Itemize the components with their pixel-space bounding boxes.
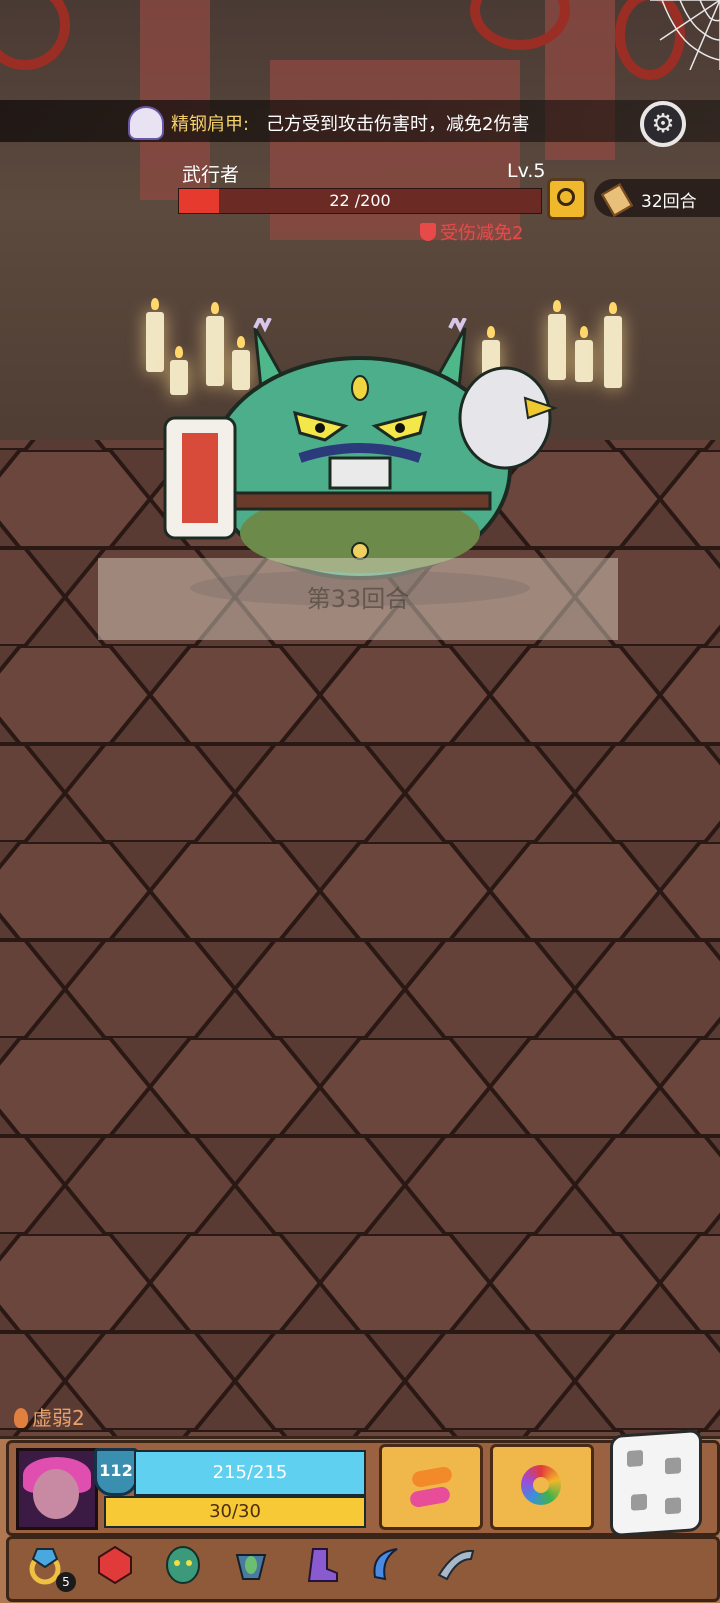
swirl-skill-button[interactable] [490, 1444, 594, 1530]
dice-pip [627, 1449, 643, 1468]
dice-pip [665, 1497, 681, 1515]
enemy-status-label: 受伤减免2 [440, 223, 524, 244]
enemy-hp-bar: 22 /200 [178, 188, 542, 214]
dice-pip [665, 1457, 681, 1475]
blue-sickle-icon[interactable] [362, 1540, 412, 1590]
swap-arrow-icon [410, 1465, 454, 1489]
candle [604, 302, 622, 388]
purple-boot-icon[interactable] [296, 1540, 346, 1590]
enemy-level: Lv.5 [507, 160, 546, 182]
player-shield-bar: 215/215 [134, 1450, 366, 1496]
swirl-icon [521, 1465, 561, 1505]
relic-count-badge: 5 [56, 1572, 76, 1592]
candle [575, 326, 593, 382]
ruby-gem-icon[interactable] [90, 1540, 140, 1590]
swap-button[interactable] [379, 1444, 483, 1530]
swap-arrow-icon [408, 1485, 452, 1509]
player-status-badge[interactable]: 虚弱2 [14, 1402, 85, 1431]
enemy-status-badge[interactable]: 受伤减免2 [420, 219, 523, 245]
inspect-magnifier-button[interactable] [547, 178, 587, 220]
jade-mask-icon[interactable] [158, 1540, 208, 1590]
shield-icon [420, 223, 436, 241]
buff-description: 己方受到攻击伤害时，减免2伤害 [266, 114, 530, 135]
avatar-face [33, 1469, 79, 1519]
claw-armor-icon [128, 106, 164, 140]
dice-pip [631, 1493, 647, 1511]
settings-gear-icon[interactable]: ⚙ [640, 101, 686, 147]
spiked-horn-icon[interactable] [430, 1540, 480, 1590]
dice-roll-button[interactable] [610, 1428, 702, 1538]
player-level-shield: 112 [94, 1448, 138, 1496]
buff-name: 精钢肩甲: [171, 114, 250, 135]
enemy-hp-text: 22 /200 [329, 191, 391, 210]
flame-icon [14, 1408, 28, 1428]
leaf-cup-icon[interactable] [226, 1540, 276, 1590]
player-status-label: 虚弱2 [32, 1406, 85, 1430]
round-count-label: 32回合 [641, 192, 697, 212]
player-energy-bar: 30/30 [104, 1496, 366, 1528]
player-avatar[interactable] [16, 1448, 98, 1530]
turn-banner: 第33回合 [98, 558, 618, 640]
cobweb-icon [650, 0, 720, 70]
enemy-name: 武行者 [182, 164, 240, 186]
